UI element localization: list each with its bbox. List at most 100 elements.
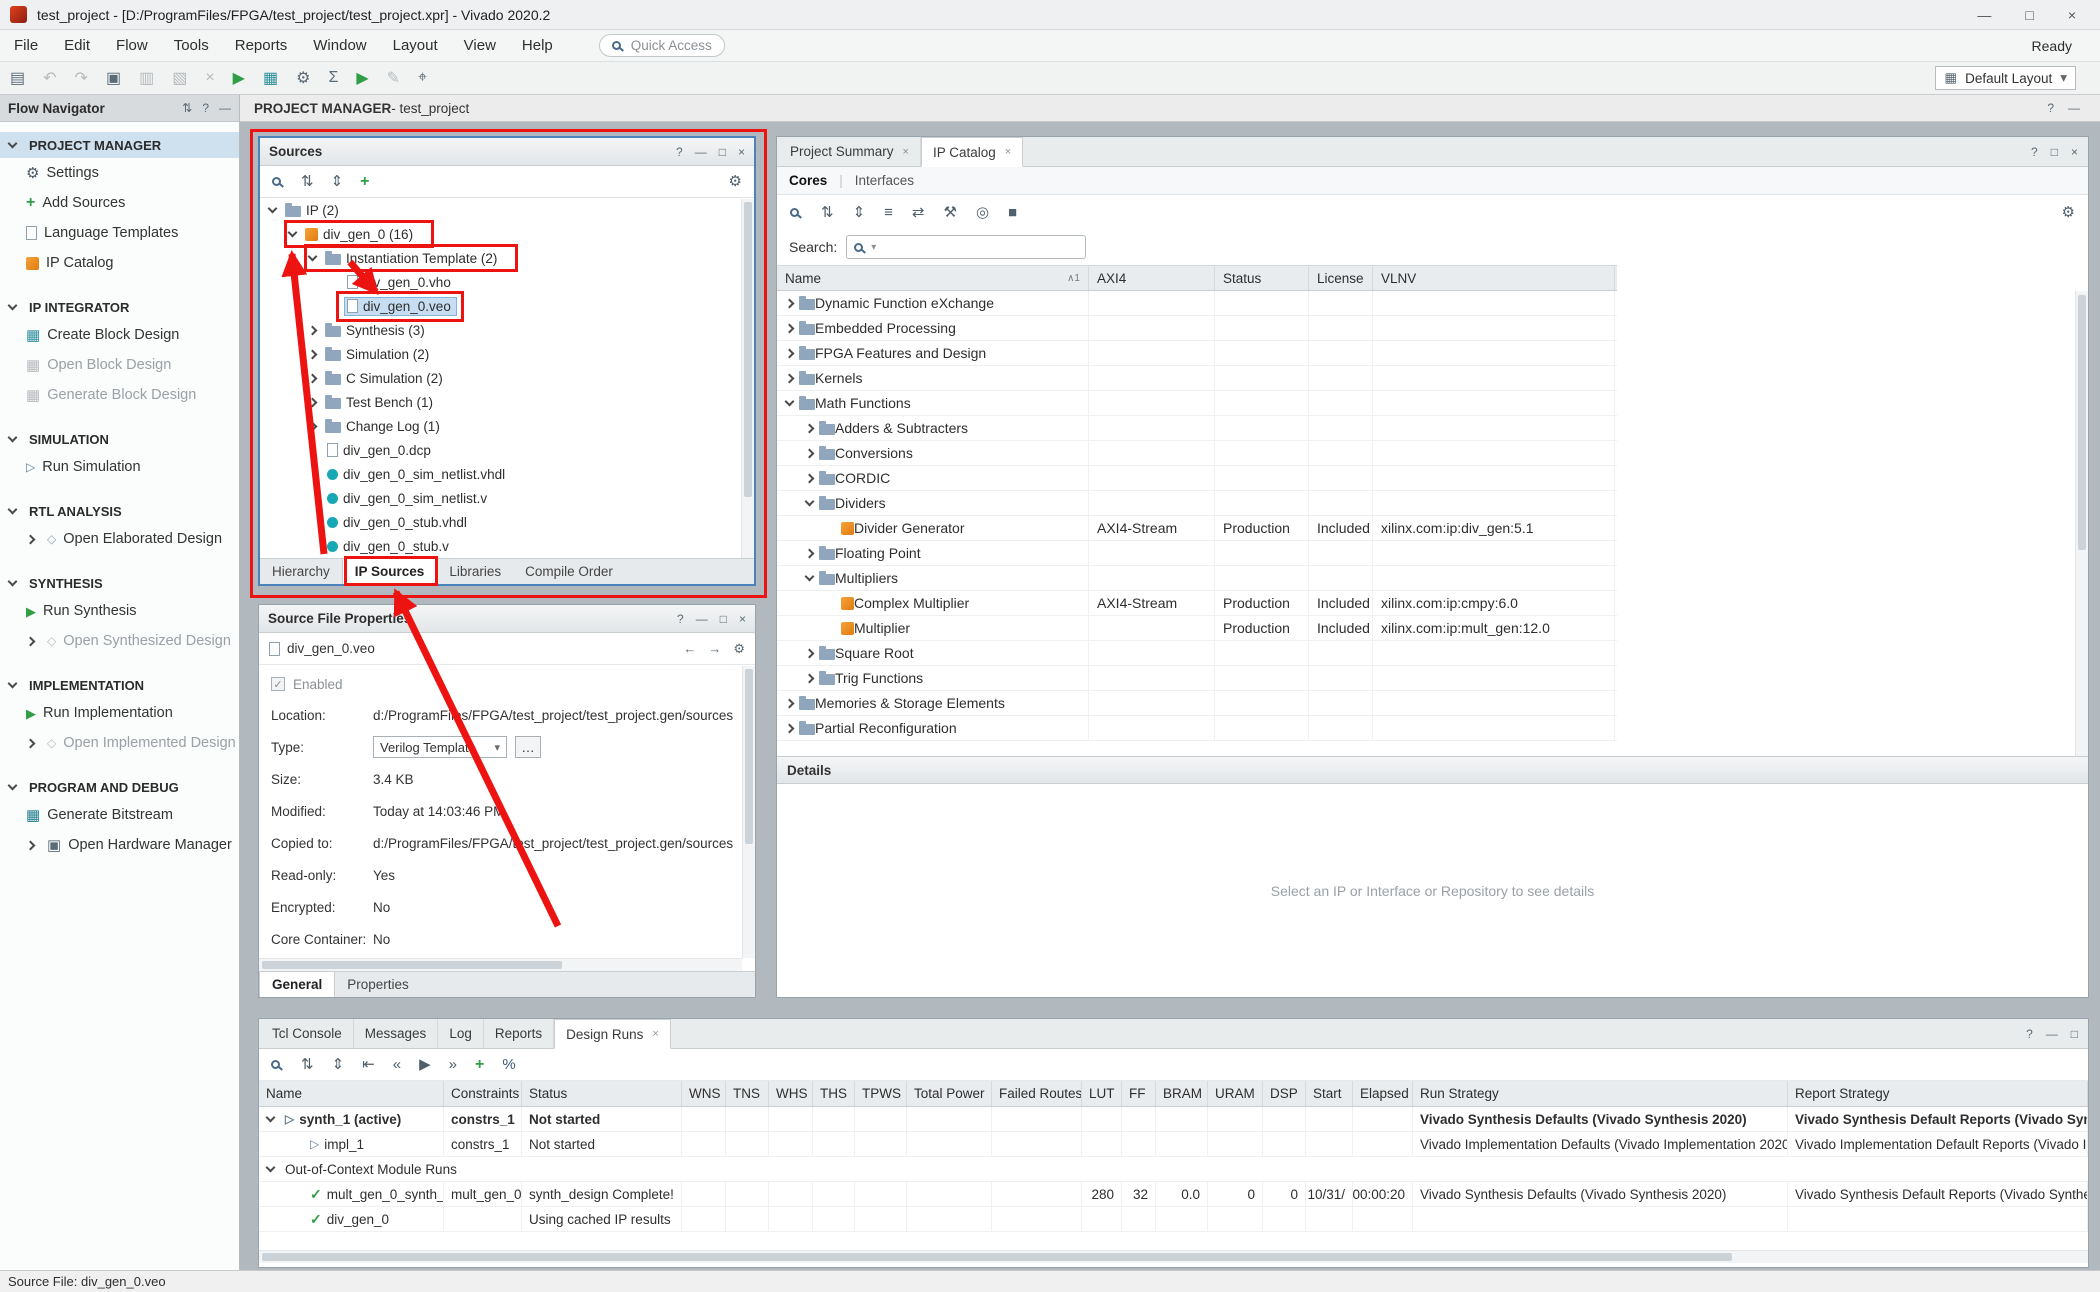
help-icon[interactable]: ?: [2026, 1027, 2033, 1041]
tree-item-div-gen-0-vho[interactable]: div_gen_0.vho: [260, 270, 754, 294]
menu-item-help[interactable]: Help: [522, 37, 553, 54]
close-icon[interactable]: ×: [652, 1028, 658, 1040]
expand-all-icon[interactable]: ⇕: [853, 205, 866, 220]
menu-item-flow[interactable]: Flow: [116, 37, 148, 54]
catalog-search-input[interactable]: ▾: [846, 235, 1086, 259]
sources-tab-libraries[interactable]: Libraries: [437, 559, 513, 584]
properties-wrench-icon[interactable]: ⚒: [944, 205, 957, 220]
chevron-right-icon[interactable]: [805, 673, 815, 683]
run-icon[interactable]: ▶: [419, 1057, 431, 1072]
expand-all-icon[interactable]: ⇕: [332, 1057, 345, 1072]
catalog-row-dividers[interactable]: Dividers: [777, 491, 1617, 516]
catalog-row-cordic[interactable]: CORDIC: [777, 466, 1617, 491]
menu-item-layout[interactable]: Layout: [393, 37, 438, 54]
catalog-row-multipliers[interactable]: Multipliers: [777, 566, 1617, 591]
catalog-row-floating-point[interactable]: Floating Point: [777, 541, 1617, 566]
flow-item-open-implemented-design[interactable]: ◇Open Implemented Design: [0, 728, 239, 758]
sources-tab-hierarchy[interactable]: Hierarchy: [260, 559, 342, 584]
menu-item-view[interactable]: View: [464, 37, 496, 54]
chevron-right-icon[interactable]: [805, 548, 815, 558]
tree-item-div-gen-0-dcp[interactable]: div_gen_0.dcp: [260, 438, 754, 462]
chevron-right-icon[interactable]: [785, 323, 795, 333]
help-icon[interactable]: ?: [677, 612, 684, 626]
sources-scrollbar[interactable]: [741, 199, 754, 558]
chevron-down-icon[interactable]: [288, 228, 298, 238]
minimize-icon[interactable]: —: [695, 145, 707, 159]
collapse-all-icon[interactable]: ⇅: [821, 205, 834, 220]
catalog-row-memories-storage-elements[interactable]: Memories & Storage Elements: [777, 691, 1617, 716]
menu-item-tools[interactable]: Tools: [174, 37, 209, 54]
chevron-down-icon[interactable]: [805, 497, 815, 507]
redo-icon[interactable]: ↷: [75, 68, 88, 88]
restart-icon[interactable]: ⇤: [362, 1057, 375, 1072]
chevron-down-icon[interactable]: [308, 252, 318, 262]
program-device-icon[interactable]: ▦: [263, 68, 278, 88]
scrollbar-thumb[interactable]: [2078, 295, 2086, 550]
back-icon[interactable]: ←: [683, 641, 696, 657]
chevron-down-icon[interactable]: [266, 1163, 276, 1173]
open-project-icon[interactable]: ▤: [10, 68, 25, 88]
menu-item-edit[interactable]: Edit: [64, 37, 90, 54]
menu-item-window[interactable]: Window: [313, 37, 366, 54]
catalog-row-embedded-processing[interactable]: Embedded Processing: [777, 316, 1617, 341]
float-icon[interactable]: □: [720, 612, 727, 626]
search-icon[interactable]: [271, 1060, 280, 1069]
catalog-row-conversions[interactable]: Conversions: [777, 441, 1617, 466]
help-icon[interactable]: ?: [2031, 145, 2038, 159]
column-header-uram[interactable]: URAM: [1208, 1081, 1263, 1106]
run-row-synth-1-active[interactable]: ▷synth_1 (active)constrs_1Not startedViv…: [259, 1107, 2088, 1132]
scrollbar-thumb[interactable]: [745, 669, 753, 844]
step-forward-icon[interactable]: »: [449, 1057, 457, 1072]
enabled-checkbox[interactable]: [271, 677, 285, 691]
column-header-axi4[interactable]: AXI4: [1089, 266, 1215, 290]
chevron-right-icon[interactable]: [785, 373, 795, 383]
properties-vscrollbar[interactable]: [742, 666, 755, 958]
column-header-status[interactable]: Status: [522, 1081, 682, 1106]
subtab-interfaces[interactable]: Interfaces: [855, 173, 914, 188]
flow-item-open-elaborated-design[interactable]: ◇Open Elaborated Design: [0, 524, 239, 554]
column-header-lut[interactable]: LUT: [1082, 1081, 1122, 1106]
delete-icon[interactable]: ×: [205, 69, 214, 87]
chevron-right-icon[interactable]: [805, 423, 815, 433]
percent-icon[interactable]: %: [502, 1057, 515, 1072]
settings-icon[interactable]: ⚙: [733, 641, 745, 657]
minimize-icon[interactable]: —: [696, 612, 708, 626]
tab-design-runs[interactable]: Design Runs×: [554, 1019, 671, 1049]
tree-item-div-gen-0-veo[interactable]: div_gen_0.veo: [260, 294, 754, 318]
column-header-wns[interactable]: WNS: [682, 1081, 726, 1106]
flow-section-project-manager[interactable]: PROJECT MANAGER: [0, 132, 239, 158]
scrollbar-thumb[interactable]: [262, 1253, 1732, 1261]
catalog-row-square-root[interactable]: Square Root: [777, 641, 1617, 666]
scrollbar-thumb[interactable]: [262, 961, 562, 969]
float-icon[interactable]: □: [2051, 145, 2058, 159]
flow-section-simulation[interactable]: SIMULATION: [0, 426, 239, 452]
column-header-vlnv[interactable]: VLNV: [1373, 266, 1615, 290]
quick-access-search[interactable]: Quick Access: [599, 34, 725, 57]
minimize-icon[interactable]: —: [2068, 101, 2080, 115]
sources-tab-ip-sources[interactable]: IP Sources: [342, 559, 438, 584]
save-icon[interactable]: ▣: [106, 68, 121, 88]
settings-icon[interactable]: ⚙: [296, 68, 310, 88]
catalog-row-fpga-features-and-design[interactable]: FPGA Features and Design: [777, 341, 1617, 366]
sources-tab-compile-order[interactable]: Compile Order: [513, 559, 625, 584]
column-header-whs[interactable]: WHS: [769, 1081, 813, 1106]
collapse-all-icon[interactable]: ⇅: [301, 174, 314, 189]
help-icon[interactable]: ?: [202, 101, 209, 115]
tree-item-change-log-1[interactable]: Change Log (1): [260, 414, 754, 438]
catalog-row-divider-generator[interactable]: Divider GeneratorAXI4-StreamProductionIn…: [777, 516, 1617, 541]
catalog-row-dynamic-function-exchange[interactable]: Dynamic Function eXchange: [777, 291, 1617, 316]
column-header-start[interactable]: Start: [1306, 1081, 1353, 1106]
chevron-right-icon[interactable]: [308, 421, 318, 431]
details-icon[interactable]: ■: [1008, 205, 1017, 220]
flow-section-rtl-analysis[interactable]: RTL ANALYSIS: [0, 498, 239, 524]
flow-item-open-hardware-manager[interactable]: ▣Open Hardware Manager: [0, 830, 239, 860]
chevron-right-icon[interactable]: [805, 473, 815, 483]
settings-icon[interactable]: ⚙: [2062, 205, 2075, 220]
column-header-name[interactable]: Name∧1: [777, 266, 1089, 290]
catalog-row-adders-subtracters[interactable]: Adders & Subtracters: [777, 416, 1617, 441]
column-header-ff[interactable]: FF: [1122, 1081, 1156, 1106]
chevron-right-icon[interactable]: [785, 298, 795, 308]
tab-log[interactable]: Log: [438, 1019, 484, 1048]
properties-tab-general[interactable]: General: [259, 972, 335, 997]
help-icon[interactable]: ?: [2047, 101, 2054, 115]
